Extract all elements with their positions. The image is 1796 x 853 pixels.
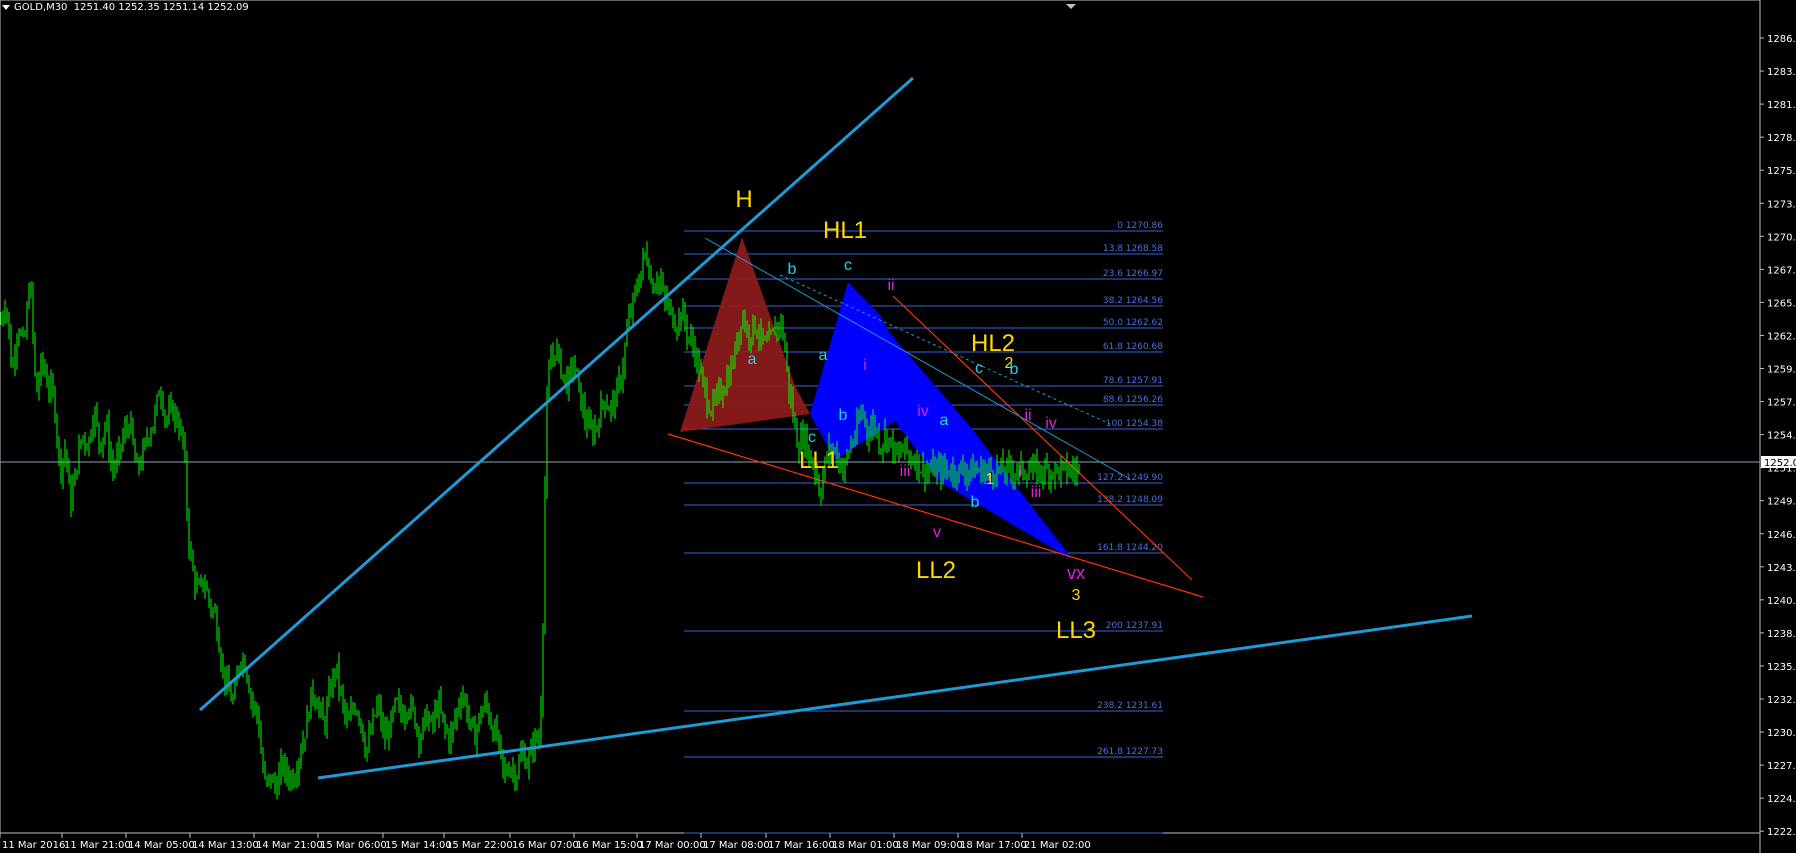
wave-label: H <box>735 186 752 213</box>
price-tick-label: 1283.85 <box>1767 67 1796 78</box>
wave-label: b <box>839 407 848 424</box>
fib-level-label: 261.8 1227.73 <box>1097 747 1163 757</box>
price-tick-label: 1254.35 <box>1767 431 1796 442</box>
wave-label: 3 <box>1072 587 1081 604</box>
price-tick-label: 1267.75 <box>1767 265 1796 276</box>
wave-label: HL1 <box>823 217 867 244</box>
price-tick-label: 1224.85 <box>1767 794 1796 805</box>
wave-label: i <box>1018 464 1022 481</box>
time-tick-label: 18 Mar 01:00 <box>832 840 899 851</box>
wave-label: LL3 <box>1056 617 1096 644</box>
price-tick-label: 1281.20 <box>1767 100 1796 111</box>
fib-level-label: 23.6 1266.97 <box>1103 269 1163 279</box>
current-price-label: 1252.09 <box>1764 458 1796 469</box>
price-tick-label: 1243.60 <box>1767 563 1796 574</box>
time-tick-label: 16 Mar 15:00 <box>576 840 643 851</box>
price-tick-label: 1238.25 <box>1767 629 1796 640</box>
price-tick-label: 1286.55 <box>1767 34 1796 45</box>
price-tick-label: 1246.30 <box>1767 530 1796 541</box>
time-tick-label: 21 Mar 02:00 <box>1024 840 1091 851</box>
time-tick-label: 17 Mar 16:00 <box>768 840 835 851</box>
fib-level-label: 61.8 1260.68 <box>1103 342 1163 352</box>
time-tick-label: 17 Mar 08:00 <box>703 840 770 851</box>
wave-label: HL2 <box>971 330 1015 357</box>
wave-label: iii <box>1031 484 1042 501</box>
time-tick-label: 14 Mar 21:00 <box>256 840 323 851</box>
wave-label: 1 <box>986 471 995 488</box>
time-tick-label: 18 Mar 09:00 <box>896 840 963 851</box>
time-tick-label: 15 Mar 06:00 <box>320 840 387 851</box>
wave-label: vx <box>1067 563 1085 583</box>
fib-level-label: 50.0 1262.62 <box>1103 318 1163 328</box>
wave-label: a <box>819 347 828 364</box>
price-tick-label: 1259.70 <box>1767 365 1796 376</box>
wave-label: c <box>844 257 852 274</box>
fib-level-label: 200 1237.91 <box>1106 621 1163 631</box>
price-tick-label: 1265.10 <box>1767 298 1796 309</box>
wave-label: ii <box>1024 407 1031 424</box>
price-tick-label: 1227.55 <box>1767 761 1796 772</box>
price-tick-label: 1232.90 <box>1767 695 1796 706</box>
fib-level-label: 0 1270.86 <box>1117 221 1163 231</box>
time-tick-label: 15 Mar 22:00 <box>446 840 513 851</box>
time-tick-label: 14 Mar 13:00 <box>192 840 259 851</box>
wave-label: v <box>933 524 941 541</box>
wave-label: LL1 <box>799 447 839 474</box>
upper-trendline <box>199 76 914 712</box>
time-tick-label: 11 Mar 21:00 <box>64 840 131 851</box>
time-tick-label: 15 Mar 14:00 <box>385 840 452 851</box>
lower-trendline <box>317 614 1473 780</box>
price-tick-label: 1230.20 <box>1767 728 1796 739</box>
wave-label: b <box>788 261 797 278</box>
wave-label: b <box>1010 361 1019 378</box>
wave-label: iv <box>917 403 929 420</box>
wave-label: iii <box>900 463 911 480</box>
fib-level-label: 38.2 1264.56 <box>1103 296 1163 306</box>
wave-label: iv <box>1045 415 1057 432</box>
time-tick-label: 18 Mar 17:00 <box>960 840 1027 851</box>
fib-level-label: 238.2 1231.61 <box>1097 701 1163 711</box>
time-tick-label: 14 Mar 05:00 <box>128 840 195 851</box>
chart-shift-marker-icon <box>1066 4 1076 9</box>
time-tick-label: 16 Mar 07:00 <box>512 840 579 851</box>
wave-label: a <box>748 351 757 368</box>
price-tick-label: 1273.15 <box>1767 199 1796 210</box>
fib-level-label: 88.6 1256.26 <box>1103 395 1163 405</box>
wave-label: LL2 <box>916 557 956 584</box>
price-chart[interactable]: 1286.55 1283.85 1281.20 1278.50 1275.80 1273.… <box>0 0 1796 853</box>
price-tick-label: 1257.05 <box>1767 398 1796 409</box>
wave-label: b <box>971 494 980 511</box>
price-tick-label: 1270.45 <box>1767 232 1796 243</box>
wave-label: a <box>940 412 949 429</box>
fib-level-label: 100 1254.38 <box>1106 419 1164 429</box>
price-tick-label: 1249.00 <box>1767 497 1796 508</box>
price-tick-label: 1240.95 <box>1767 596 1796 607</box>
price-tick-label: 1275.80 <box>1767 166 1796 177</box>
wave-label: i <box>863 357 867 374</box>
wave-label: c <box>975 360 983 377</box>
price-tick-label: 1235.60 <box>1767 662 1796 673</box>
fib-level-label: 13.8 1268.58 <box>1103 244 1163 254</box>
time-tick-label: 17 Mar 00:00 <box>639 840 706 851</box>
price-tick-label: 1222.20 <box>1767 827 1796 838</box>
price-tick-label: 1278.50 <box>1767 133 1796 144</box>
wave-label: ii <box>887 277 894 294</box>
fib-level-label: 161.8 1244.20 <box>1097 543 1163 553</box>
wave-label: c <box>808 429 816 446</box>
fib-level-label: 78.6 1257.91 <box>1103 376 1163 386</box>
fib-level-label: 127.2 1249.90 <box>1097 473 1163 483</box>
time-tick-label: 11 Mar 2016 <box>2 840 65 851</box>
price-tick-label: 1262.40 <box>1767 331 1796 342</box>
